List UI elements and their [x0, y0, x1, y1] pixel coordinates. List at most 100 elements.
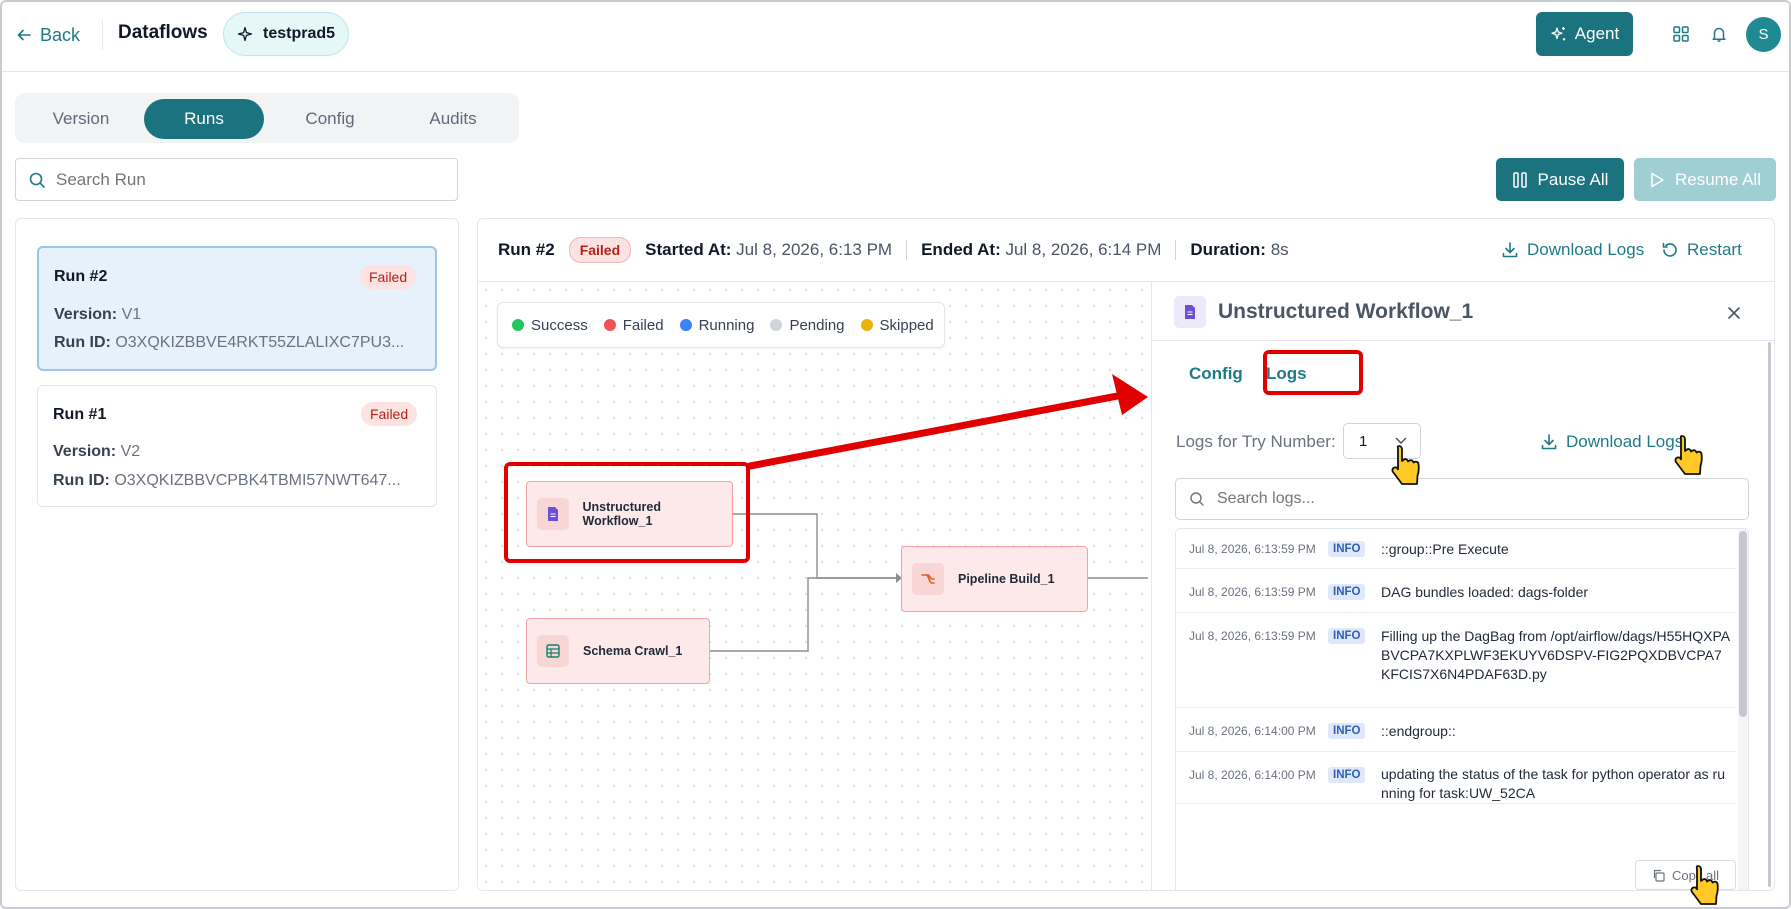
log-message: updating the status of the task for pyth… — [1381, 766, 1725, 801]
run-number: Run #2 — [498, 240, 555, 259]
status-badge: Failed — [361, 402, 418, 426]
restart-label: Restart — [1687, 240, 1742, 259]
pipeline-name-pill[interactable]: testprad5 — [223, 12, 349, 56]
log-message: DAG bundles loaded: dags-folder — [1381, 584, 1589, 600]
run-version: V2 — [120, 443, 141, 460]
copy-all-label: Copy all — [1672, 867, 1719, 883]
run-card-2[interactable]: Run #2 Failed Version: V1 Run ID: O3XQKI… — [37, 246, 437, 371]
node-pipeline-build[interactable]: Pipeline Build_1 — [901, 546, 1088, 612]
back-button[interactable]: Back — [16, 22, 80, 48]
arrow-left-icon — [17, 29, 31, 41]
log-timestamp: Jul 8, 2026, 6:13:59 PM — [1189, 629, 1316, 643]
download-task-logs-link[interactable]: Download Logs — [1540, 432, 1683, 452]
run-title: Run #1 — [53, 406, 107, 423]
started-label: Started At: — [645, 240, 732, 259]
try-number-select[interactable]: 1 — [1343, 423, 1421, 459]
run-title: Run #2 — [54, 268, 108, 285]
tab-version[interactable]: Version — [21, 99, 141, 139]
version-label: Version: — [54, 306, 118, 323]
run-id-label: Run ID: — [54, 334, 111, 351]
log-timestamp: Jul 8, 2026, 6:13:59 PM — [1189, 585, 1316, 599]
panel-scrollbar[interactable] — [1768, 342, 1771, 887]
download-logs-link[interactable]: Download Logs — [1501, 240, 1644, 260]
pause-all-button[interactable]: Pause All — [1496, 158, 1624, 201]
tab-task-config[interactable]: Config — [1189, 364, 1243, 384]
download-logs-label: Download Logs — [1527, 240, 1645, 259]
download-icon — [1502, 242, 1518, 258]
tab-runs[interactable]: Runs — [144, 99, 264, 139]
run-id: O3XQKIZBBVCPBK4TBMI57NWT647... — [114, 472, 401, 489]
ended-label: Ended At: — [921, 240, 1001, 259]
node-label: Unstructured Workflow_1 — [582, 500, 661, 528]
run-version: V1 — [121, 306, 142, 323]
bell-icon[interactable] — [1707, 22, 1731, 46]
log-search-box — [1175, 478, 1749, 520]
log-message: ::endgroup:: — [1381, 723, 1456, 739]
log-row: Jul 8, 2026, 6:13:59 PM INFO Filling up … — [1176, 613, 1736, 708]
run-id: O3XQKIZBBVE4RKT55ZLALIXC7PU3... — [115, 334, 405, 351]
run-detail-panel: Run #2 Failed Started At: Jul 8, 2026, 6… — [477, 218, 1775, 891]
table-icon — [537, 635, 569, 667]
log-timestamp: Jul 8, 2026, 6:14:00 PM — [1189, 768, 1316, 782]
run-card-1[interactable]: Run #1 Failed Version: V2 Run ID: O3XQKI… — [37, 385, 437, 507]
pipeline-icon — [912, 563, 944, 595]
tab-config[interactable]: Config — [270, 99, 390, 139]
app-window: Back Dataflows testprad5 Agent S Version… — [0, 0, 1791, 909]
restart-icon — [1662, 242, 1677, 257]
search-run-input[interactable] — [56, 169, 436, 190]
pause-icon — [1512, 171, 1527, 188]
document-icon — [1174, 296, 1206, 328]
duration-label: Duration: — [1190, 240, 1266, 259]
top-bar: Back Dataflows testprad5 Agent S — [2, 2, 1789, 72]
download-icon — [1541, 434, 1557, 450]
search-icon — [1190, 492, 1204, 506]
task-title-text: Unstructured Workflow_1 — [1218, 300, 1474, 323]
tab-task-logs[interactable]: Logs — [1266, 364, 1307, 384]
divider — [1175, 240, 1177, 260]
download-task-logs-label: Download Logs — [1566, 432, 1684, 451]
log-level-badge: INFO — [1328, 628, 1366, 644]
agent-button[interactable]: Agent — [1536, 12, 1633, 56]
status-badge: Failed — [360, 265, 417, 289]
node-schema-crawl[interactable]: Schema Crawl_1 — [526, 618, 710, 684]
run-id-label: Run ID: — [53, 472, 110, 489]
pipeline-name: testprad5 — [262, 25, 336, 42]
task-detail-panel: Unstructured Workflow_1 Config Logs Logs… — [1151, 282, 1774, 890]
avatar[interactable]: S — [1746, 17, 1781, 52]
search-run-box — [15, 158, 458, 201]
dag-canvas[interactable]: Success Failed Running Pending Skipped U… — [478, 282, 1148, 890]
copy-all-button[interactable]: Copy all — [1635, 860, 1736, 890]
restart-button[interactable]: Restart — [1661, 240, 1742, 260]
resume-all-label: Resume All — [1675, 169, 1761, 189]
tab-audits[interactable]: Audits — [393, 99, 513, 139]
log-row: Jul 8, 2026, 6:14:00 PM INFO updating th… — [1176, 752, 1736, 804]
close-icon[interactable] — [1722, 301, 1746, 325]
apps-grid-icon[interactable] — [1669, 22, 1693, 46]
divider — [1152, 340, 1774, 341]
log-level-badge: INFO — [1328, 723, 1366, 739]
task-title: Unstructured Workflow_1 — [1174, 296, 1473, 328]
copy-icon — [1653, 869, 1665, 882]
pause-all-label: Pause All — [1537, 169, 1609, 189]
log-level-badge: INFO — [1328, 541, 1366, 557]
agent-label: Agent — [1574, 24, 1620, 43]
log-level-badge: INFO — [1328, 767, 1366, 783]
started-at: Jul 8, 2026, 6:13 PM — [736, 240, 893, 259]
divider — [906, 240, 908, 260]
log-row: Jul 8, 2026, 6:14:00 PM INFO ::endgroup:… — [1176, 708, 1736, 752]
try-number-value: 1 — [1359, 432, 1368, 450]
log-search-input[interactable] — [1217, 490, 1717, 508]
page-title: Dataflows — [118, 22, 208, 43]
view-tabs: Version Runs Config Audits — [15, 93, 519, 143]
run-status-badge: Failed — [568, 237, 632, 263]
log-row: Jul 8, 2026, 6:13:59 PM INFO ::group::Pr… — [1176, 529, 1736, 569]
node-unstructured-workflow[interactable]: Unstructured Workflow_1 — [526, 481, 733, 547]
log-scrollbar-thumb[interactable] — [1739, 531, 1747, 717]
document-icon — [537, 498, 569, 530]
log-timestamp: Jul 8, 2026, 6:13:59 PM — [1189, 542, 1316, 556]
log-level-badge: INFO — [1328, 584, 1366, 600]
resume-all-button[interactable]: Resume All — [1634, 158, 1776, 201]
log-message: ::group::Pre Execute — [1381, 541, 1509, 557]
chevron-down-icon — [1396, 437, 1407, 445]
version-label: Version: — [53, 443, 117, 460]
